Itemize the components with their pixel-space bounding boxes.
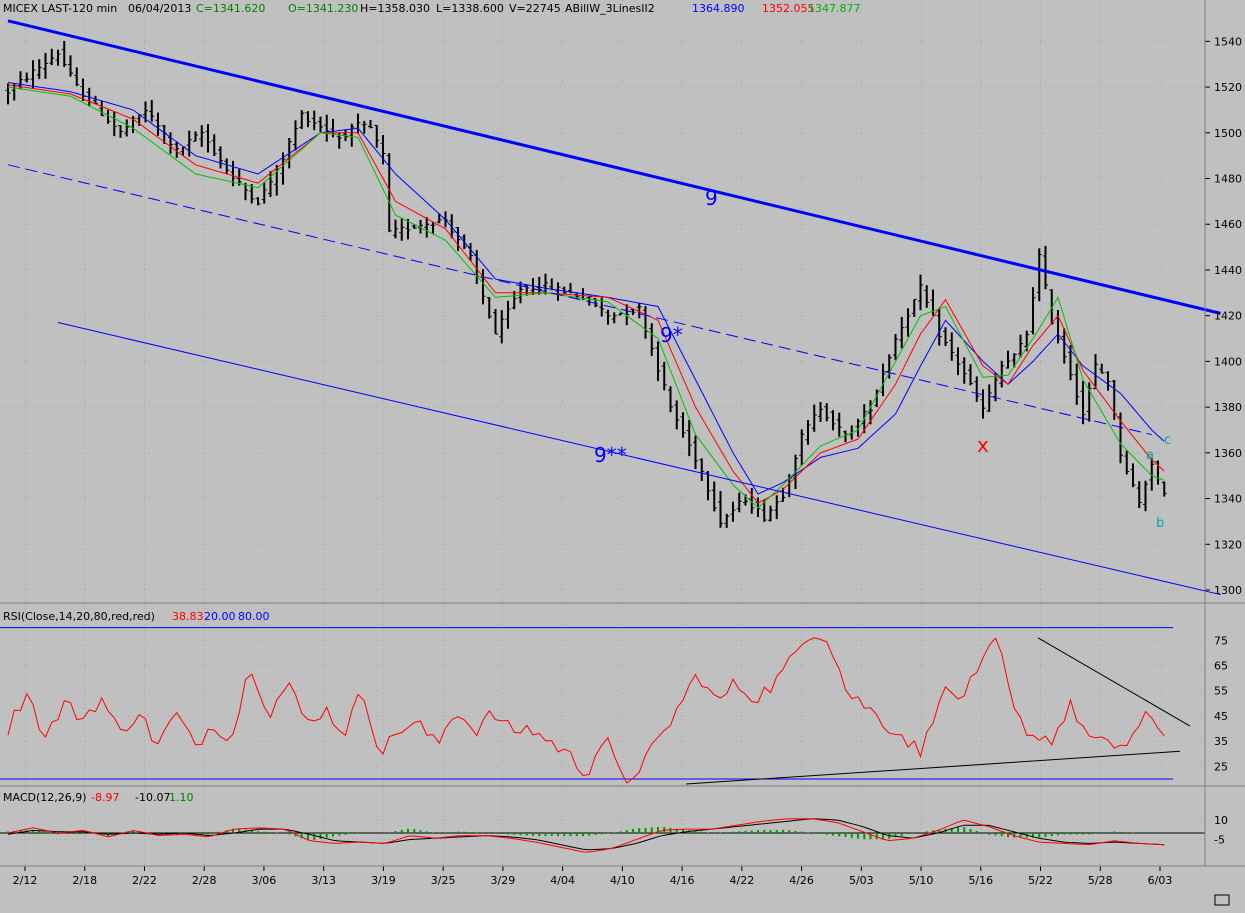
price-axis-label: 1480 [1214,173,1242,186]
rsi-axis-label: 75 [1214,634,1228,647]
header-open: O=1341.230 [288,2,358,15]
price-axis-label: 1440 [1214,264,1242,277]
macd-signal-value: -10.07 [135,791,170,804]
rsi-axis-label: 25 [1214,760,1228,773]
rsi-axis-label: 35 [1214,735,1228,748]
header-high: H=1358.030 [360,2,430,15]
wave-9star-label: 9* [660,323,683,347]
rsi-upper: 80.00 [238,610,270,623]
price-axis-label: 1500 [1214,127,1242,140]
header-close: C=1341.620 [196,2,265,15]
price-axis-label: 1300 [1214,584,1242,597]
date-label: 6/03 [1148,874,1173,887]
wave-x-label: x [977,433,989,457]
price-axis-label: 1380 [1214,401,1242,414]
date-label: 4/26 [789,874,814,887]
macd-axis-label: 10 [1214,814,1228,827]
wave-9dstar-label: 9** [594,443,627,467]
date-label: 3/06 [252,874,277,887]
header-ind-red: 1352.055 [762,2,815,15]
price-axis-label: 1320 [1214,538,1242,551]
wave-b-label: b [1156,516,1164,531]
macd-hist-value: 1.10 [169,791,194,804]
price-axis-label: 1400 [1214,355,1242,368]
wave-9-label: 9 [705,186,718,210]
date-label: 4/10 [610,874,635,887]
header-volume: V=22745 [509,2,561,15]
macd-title: MACD(12,26,9) [3,791,87,804]
rsi-title: RSI(Close,14,20,80,red,red) [3,610,155,623]
stock-chart: 1300 1320 1340 1360 1380 1400 1420 1440 1460 1480… [0,0,1245,909]
date-label: 3/25 [431,874,456,887]
date-label: 4/16 [670,874,695,887]
price-axis-label: 1540 [1214,35,1242,48]
header-low: L=1338.600 [436,2,504,15]
wave-a-label: a [1146,448,1154,463]
date-label: 3/29 [491,874,516,887]
rsi-axis-label: 55 [1214,685,1228,698]
date-label: 5/10 [909,874,934,887]
macd-axis-label: -5 [1214,834,1225,847]
price-axis-label: 1360 [1214,447,1242,460]
wave-c-label: c [1164,433,1171,448]
date-label: 5/28 [1088,874,1113,887]
chart-title: MICEX LAST-120 min [3,2,117,15]
rsi-axis-label: 45 [1214,710,1228,723]
rsi-lower: 20.00 [204,610,236,623]
date-label: 4/22 [729,874,754,887]
header-ind-green: 1347.877 [808,2,861,15]
header-ind-blue: 1364.890 [692,2,745,15]
macd-value: -8.97 [91,791,119,804]
date-label: 3/13 [311,874,336,887]
date-label: 2/12 [13,874,38,887]
rsi-axis-label: 65 [1214,660,1228,673]
chart-canvas: 1300 1320 1340 1360 1380 1400 1420 1440 1460 1480… [0,0,1245,909]
price-axis-label: 1460 [1214,218,1242,231]
date-label: 5/22 [1028,874,1053,887]
price-axis-label: 1420 [1214,310,1242,323]
price-axis-label: 1340 [1214,493,1242,506]
date-label: 2/18 [72,874,97,887]
date-label: 5/03 [849,874,874,887]
header-indicator: ABillW_3LinesII2 [565,2,655,15]
date-label: 2/22 [132,874,157,887]
date-label: 2/28 [192,874,217,887]
date-label: 4/04 [550,874,575,887]
price-axis-label: 1520 [1214,81,1242,94]
rsi-value: 38.83 [172,610,204,623]
date-label: 5/16 [968,874,993,887]
date-label: 3/19 [371,874,396,887]
header-date: 06/04/2013 [128,2,191,15]
